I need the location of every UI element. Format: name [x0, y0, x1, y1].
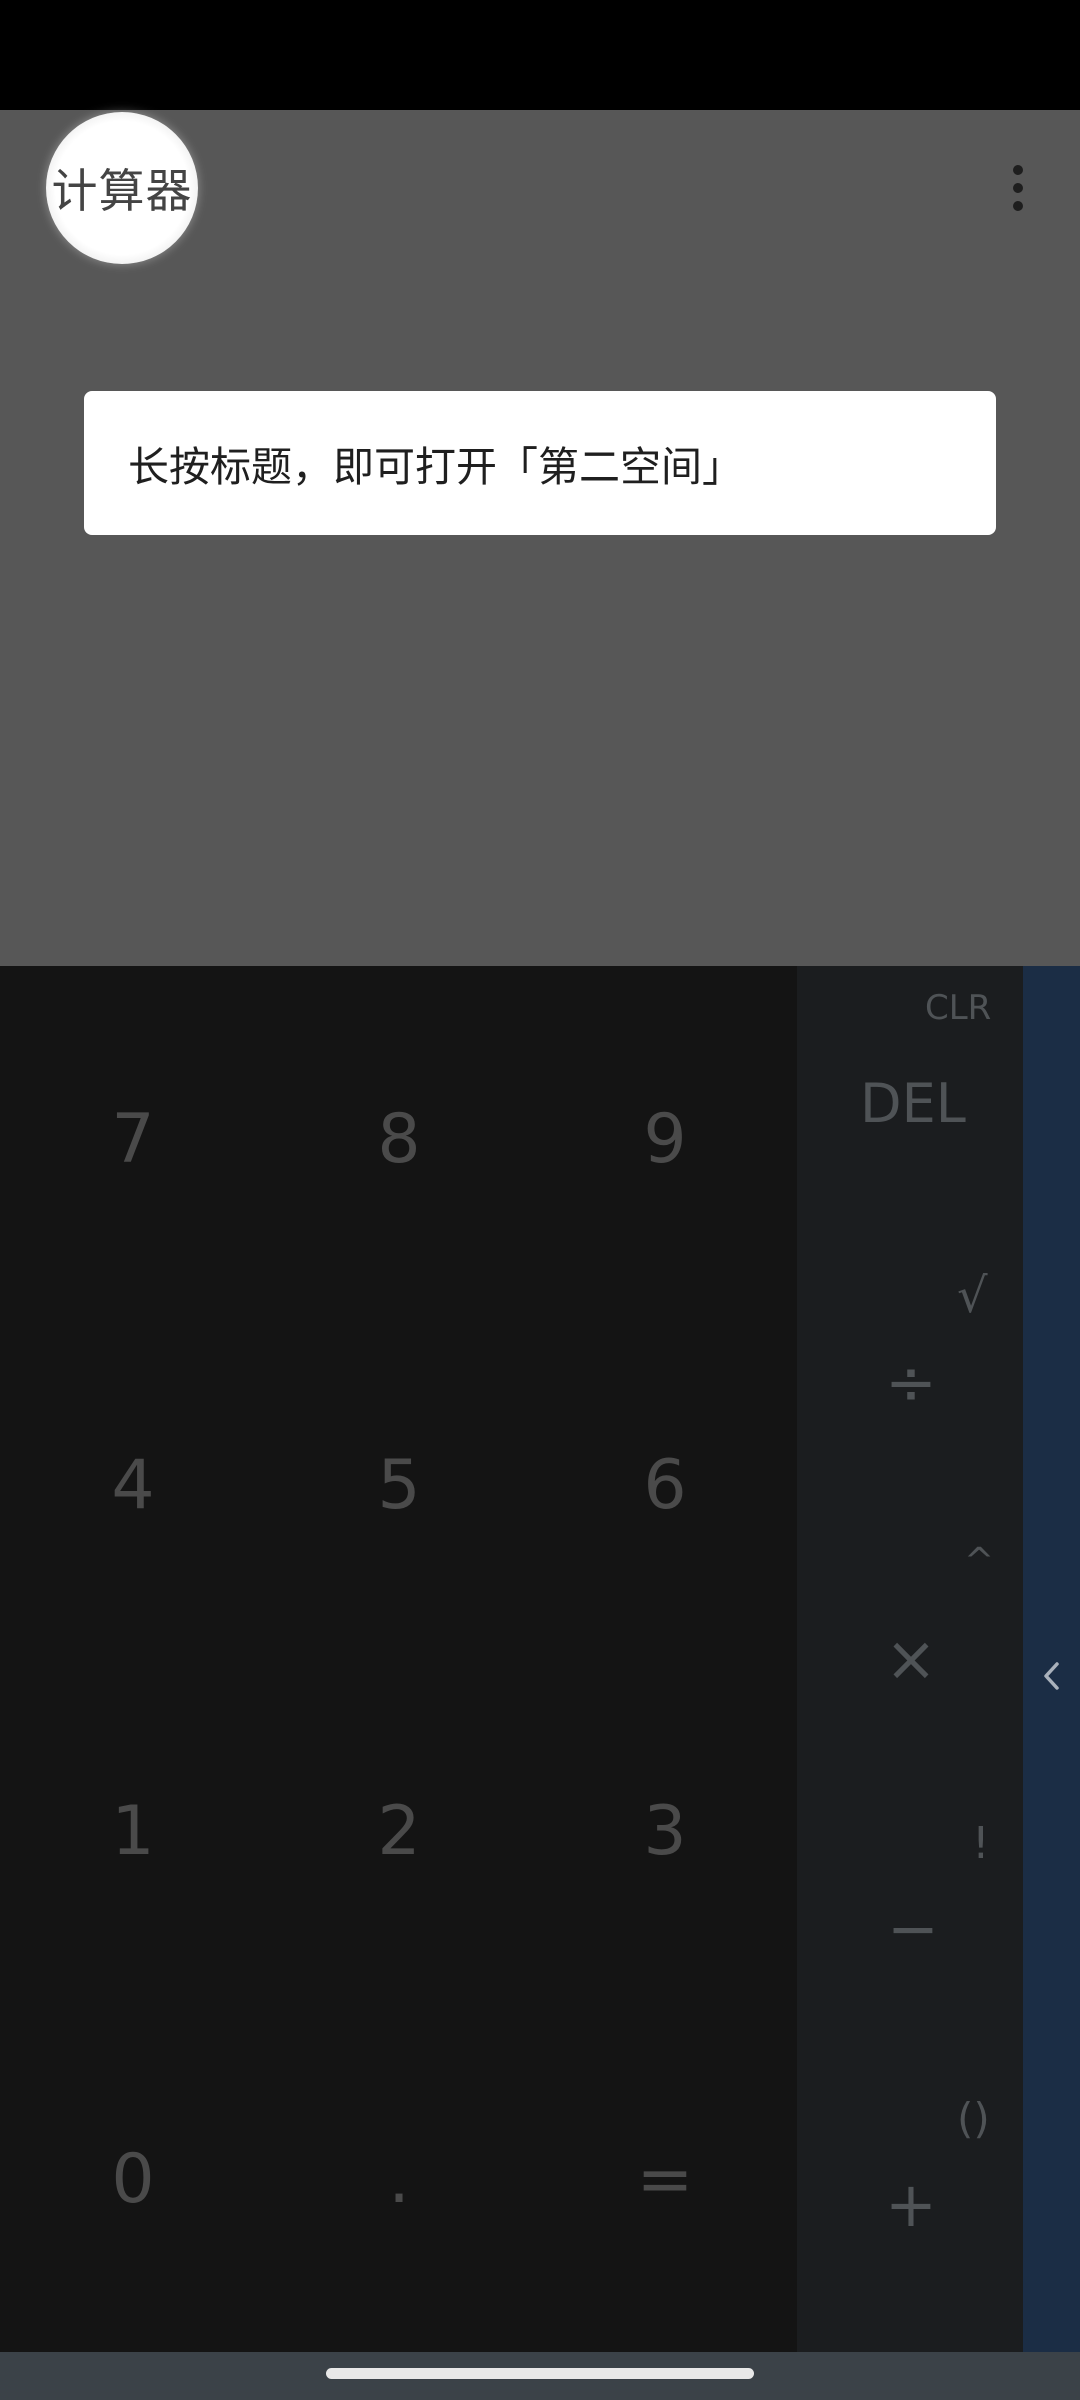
divide-button[interactable]: ÷ [885, 1346, 937, 1419]
sqrt-button[interactable]: √ [957, 1268, 988, 1324]
key-1[interactable]: 1 [0, 1658, 266, 2004]
delete-button[interactable]: DEL [860, 1072, 966, 1135]
status-bar [0, 0, 1080, 110]
key-decimal[interactable]: . [266, 2006, 532, 2352]
tooltip-popup: 长按标题，即可打开「第二空间」 [84, 391, 996, 535]
factorial-button[interactable]: ! [972, 1818, 990, 1869]
plus-button[interactable]: + [885, 2168, 937, 2241]
advanced-functions-panel[interactable] [1023, 966, 1080, 2352]
app-title-button[interactable]: 计算器 [46, 112, 198, 264]
key-9[interactable]: 9 [532, 966, 798, 1312]
key-7[interactable]: 7 [0, 966, 266, 1312]
multiply-button[interactable]: × [885, 1622, 937, 1695]
key-4[interactable]: 4 [0, 1312, 266, 1658]
key-6[interactable]: 6 [532, 1312, 798, 1658]
key-equals[interactable]: = [532, 2006, 798, 2352]
key-0[interactable]: 0 [0, 2006, 266, 2352]
more-options-button[interactable] [990, 160, 1046, 216]
parentheses-button[interactable]: () [957, 2094, 990, 2143]
key-3[interactable]: 3 [532, 1658, 798, 2004]
minus-button[interactable]: − [887, 1892, 939, 1965]
clear-button[interactable]: CLR [925, 988, 991, 1028]
key-2[interactable]: 2 [266, 1658, 532, 2004]
chevron-left-icon [1023, 1656, 1080, 1696]
more-vertical-icon [1013, 165, 1023, 211]
key-8[interactable]: 8 [266, 966, 532, 1312]
key-5[interactable]: 5 [266, 1312, 532, 1658]
power-button[interactable]: ^ [964, 1541, 994, 1582]
home-gesture-handle[interactable] [326, 2368, 754, 2379]
number-keypad: 7 8 9 4 5 6 1 2 3 0 . = [0, 966, 797, 2352]
navigation-bar [0, 2352, 1080, 2400]
operator-panel: CLR DEL √ ÷ ^ × ! − () + [797, 966, 1023, 2352]
tooltip-text: 长按标题，即可打开「第二空间」 [128, 443, 743, 491]
app-title: 计算器 [51, 164, 193, 218]
